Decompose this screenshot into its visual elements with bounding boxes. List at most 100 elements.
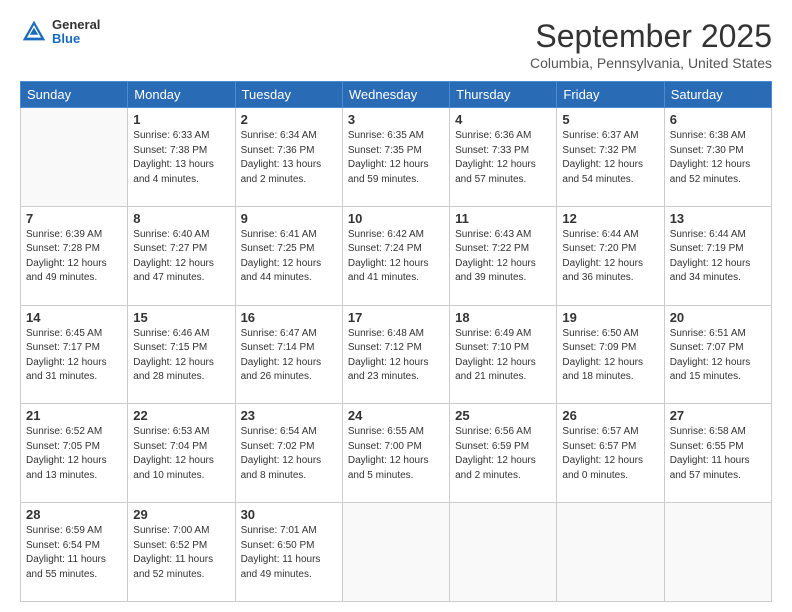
day-info: Sunrise: 6:54 AM Sunset: 7:02 PM Dayligh… <box>241 425 337 483</box>
calendar-cell: 19 Sunrise: 6:50 AM Sunset: 7:09 PM Dayli… <box>557 305 664 404</box>
page: General Blue September 2025 Columbia, Pe… <box>0 0 792 612</box>
calendar-cell: 10Sunrise: 6:42 AM Sunset: 7:24 PM Dayli… <box>342 206 449 305</box>
calendar-cell: 2 Sunrise: 6:34 AM Sunset: 7:36 PM Daylig… <box>235 108 342 207</box>
calendar-cell: 9Sunrise: 6:41 AM Sunset: 7:25 PM Daylig… <box>235 206 342 305</box>
day-number: 12 <box>562 211 658 226</box>
day-number: 30 <box>241 507 337 522</box>
day-info: Sunrise: 6:50 AM Sunset: 7:09 PM Dayligh… <box>562 327 658 385</box>
col-header-wednesday: Wednesday <box>342 82 449 108</box>
calendar-cell: 4 Sunrise: 6:36 AM Sunset: 7:33 PM Daylig… <box>450 108 557 207</box>
day-info: Sunrise: 6:43 AM Sunset: 7:22 PM Dayligh… <box>455 228 551 286</box>
day-info: Sunrise: 6:46 AM Sunset: 7:15 PM Dayligh… <box>133 327 229 385</box>
day-number: 20 <box>670 310 766 325</box>
logo-blue: Blue <box>52 32 100 46</box>
day-info: Sunrise: 6:49 AM Sunset: 7:10 PM Dayligh… <box>455 327 551 385</box>
day-number: 21 <box>26 408 122 423</box>
calendar-cell <box>342 503 449 602</box>
day-number: 25 <box>455 408 551 423</box>
day-info: Sunrise: 6:53 AM Sunset: 7:04 PM Dayligh… <box>133 425 229 483</box>
col-header-friday: Friday <box>557 82 664 108</box>
calendar-cell: 21Sunrise: 6:52 AM Sunset: 7:05 PM Dayli… <box>21 404 128 503</box>
calendar-cell: 20 Sunrise: 6:51 AM Sunset: 7:07 PM Dayli… <box>664 305 771 404</box>
calendar-cell: 25 Sunrise: 6:56 AM Sunset: 6:59 PM Dayli… <box>450 404 557 503</box>
day-number: 19 <box>562 310 658 325</box>
logo-icon <box>20 18 48 46</box>
calendar-cell: 11 Sunrise: 6:43 AM Sunset: 7:22 PM Dayli… <box>450 206 557 305</box>
day-info: Sunrise: 7:01 AM Sunset: 6:50 PM Dayligh… <box>241 524 337 582</box>
calendar-cell: 7 Sunrise: 6:39 AM Sunset: 7:28 PM Daylig… <box>21 206 128 305</box>
day-info: Sunrise: 6:37 AM Sunset: 7:32 PM Dayligh… <box>562 129 658 187</box>
logo-text: General Blue <box>52 18 100 47</box>
day-number: 23 <box>241 408 337 423</box>
day-info: Sunrise: 6:34 AM Sunset: 7:36 PM Dayligh… <box>241 129 337 187</box>
calendar-cell: 23 Sunrise: 6:54 AM Sunset: 7:02 PM Dayli… <box>235 404 342 503</box>
day-number: 6 <box>670 112 766 127</box>
calendar-header-row: SundayMondayTuesdayWednesdayThursdayFrid… <box>21 82 772 108</box>
day-info: Sunrise: 6:51 AM Sunset: 7:07 PM Dayligh… <box>670 327 766 385</box>
day-number: 4 <box>455 112 551 127</box>
day-number: 13 <box>670 211 766 226</box>
calendar-cell: 5 Sunrise: 6:37 AM Sunset: 7:32 PM Daylig… <box>557 108 664 207</box>
calendar-cell: 27 Sunrise: 6:58 AM Sunset: 6:55 PM Dayli… <box>664 404 771 503</box>
day-info: Sunrise: 6:40 AM Sunset: 7:27 PM Dayligh… <box>133 228 229 286</box>
calendar-week-3: 14 Sunrise: 6:45 AM Sunset: 7:17 PM Dayli… <box>21 305 772 404</box>
day-info: Sunrise: 6:33 AM Sunset: 7:38 PM Dayligh… <box>133 129 229 187</box>
day-info: Sunrise: 6:39 AM Sunset: 7:28 PM Dayligh… <box>26 228 122 286</box>
calendar-cell <box>664 503 771 602</box>
calendar-cell: 14 Sunrise: 6:45 AM Sunset: 7:17 PM Dayli… <box>21 305 128 404</box>
day-info: Sunrise: 6:45 AM Sunset: 7:17 PM Dayligh… <box>26 327 122 385</box>
day-number: 8 <box>133 211 229 226</box>
day-number: 26 <box>562 408 658 423</box>
calendar-cell: 12Sunrise: 6:44 AM Sunset: 7:20 PM Dayli… <box>557 206 664 305</box>
day-info: Sunrise: 6:56 AM Sunset: 6:59 PM Dayligh… <box>455 425 551 483</box>
day-number: 17 <box>348 310 444 325</box>
calendar-cell: 18 Sunrise: 6:49 AM Sunset: 7:10 PM Dayli… <box>450 305 557 404</box>
col-header-tuesday: Tuesday <box>235 82 342 108</box>
day-number: 5 <box>562 112 658 127</box>
calendar-cell: 13 Sunrise: 6:44 AM Sunset: 7:19 PM Dayli… <box>664 206 771 305</box>
logo-general: General <box>52 18 100 32</box>
day-number: 2 <box>241 112 337 127</box>
title-location: Columbia, Pennsylvania, United States <box>530 55 772 71</box>
day-number: 7 <box>26 211 122 226</box>
calendar-week-1: 1Sunrise: 6:33 AM Sunset: 7:38 PM Daylig… <box>21 108 772 207</box>
header: General Blue September 2025 Columbia, Pe… <box>20 18 772 71</box>
day-info: Sunrise: 6:57 AM Sunset: 6:57 PM Dayligh… <box>562 425 658 483</box>
day-info: Sunrise: 7:00 AM Sunset: 6:52 PM Dayligh… <box>133 524 229 582</box>
title-month: September 2025 <box>530 18 772 55</box>
calendar-cell: 17Sunrise: 6:48 AM Sunset: 7:12 PM Dayli… <box>342 305 449 404</box>
calendar-cell: 1Sunrise: 6:33 AM Sunset: 7:38 PM Daylig… <box>128 108 235 207</box>
calendar-week-5: 28 Sunrise: 6:59 AM Sunset: 6:54 PM Dayli… <box>21 503 772 602</box>
calendar-cell <box>450 503 557 602</box>
col-header-monday: Monday <box>128 82 235 108</box>
day-number: 3 <box>348 112 444 127</box>
calendar-cell: 15Sunrise: 6:46 AM Sunset: 7:15 PM Dayli… <box>128 305 235 404</box>
day-info: Sunrise: 6:36 AM Sunset: 7:33 PM Dayligh… <box>455 129 551 187</box>
day-number: 11 <box>455 211 551 226</box>
day-number: 29 <box>133 507 229 522</box>
calendar-cell <box>21 108 128 207</box>
day-info: Sunrise: 6:44 AM Sunset: 7:19 PM Dayligh… <box>670 228 766 286</box>
logo: General Blue <box>20 18 100 47</box>
day-number: 27 <box>670 408 766 423</box>
col-header-thursday: Thursday <box>450 82 557 108</box>
day-number: 28 <box>26 507 122 522</box>
calendar-cell: 26 Sunrise: 6:57 AM Sunset: 6:57 PM Dayli… <box>557 404 664 503</box>
day-number: 14 <box>26 310 122 325</box>
day-number: 9 <box>241 211 337 226</box>
calendar-week-4: 21Sunrise: 6:52 AM Sunset: 7:05 PM Dayli… <box>21 404 772 503</box>
calendar-cell: 28 Sunrise: 6:59 AM Sunset: 6:54 PM Dayli… <box>21 503 128 602</box>
calendar-week-2: 7 Sunrise: 6:39 AM Sunset: 7:28 PM Daylig… <box>21 206 772 305</box>
day-number: 24 <box>348 408 444 423</box>
day-info: Sunrise: 6:59 AM Sunset: 6:54 PM Dayligh… <box>26 524 122 582</box>
day-number: 22 <box>133 408 229 423</box>
calendar-cell: 30 Sunrise: 7:01 AM Sunset: 6:50 PM Dayli… <box>235 503 342 602</box>
calendar-cell: 3Sunrise: 6:35 AM Sunset: 7:35 PM Daylig… <box>342 108 449 207</box>
day-number: 16 <box>241 310 337 325</box>
calendar-cell: 6Sunrise: 6:38 AM Sunset: 7:30 PM Daylig… <box>664 108 771 207</box>
calendar-cell <box>557 503 664 602</box>
calendar-cell: 24Sunrise: 6:55 AM Sunset: 7:00 PM Dayli… <box>342 404 449 503</box>
col-header-saturday: Saturday <box>664 82 771 108</box>
day-info: Sunrise: 6:58 AM Sunset: 6:55 PM Dayligh… <box>670 425 766 483</box>
day-number: 18 <box>455 310 551 325</box>
